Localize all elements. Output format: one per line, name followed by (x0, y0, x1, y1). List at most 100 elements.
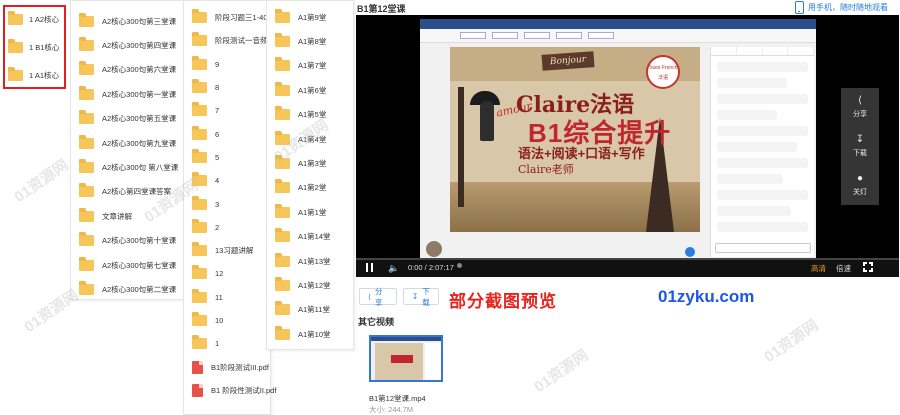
folder-item[interactable]: A1第4堂 (267, 127, 353, 151)
folder-item[interactable]: A1第2堂 (267, 176, 353, 200)
volume-icon[interactable]: 🔈 (388, 263, 399, 274)
folder-item[interactable]: 8 (184, 76, 270, 99)
a1-folder-list: A1第9堂 A1第8堂 A1第7堂 A1第6堂 A1第5堂 A1第4堂 A1第3… (266, 0, 354, 350)
folder-item[interactable]: A1第11堂 (267, 298, 353, 322)
folder-item[interactable]: A1第6堂 (267, 78, 353, 102)
folder-icon (79, 85, 94, 100)
download-icon: ↧ (855, 134, 865, 145)
folder-item[interactable]: A2核心300句第一堂课 (71, 82, 184, 106)
folder-item[interactable]: 4 (184, 169, 270, 192)
other-videos-heading: 其它视频 (358, 317, 395, 327)
screenshot: 1 A2核心 1 B1核心 1 A1核心 A2核心300句第三堂课 A2核心30… (0, 0, 900, 415)
folder-item[interactable]: 文章讲解 (71, 204, 184, 228)
pdf-icon (192, 383, 203, 397)
folder-item[interactable]: 阶段习题三1-40 (184, 6, 270, 29)
chat-panel (710, 47, 814, 257)
folder-icon (192, 195, 207, 210)
player-side-menu: ⟨ 分享 ↧ 下载 ● 关灯 (841, 88, 879, 205)
course-poster: Bonjour Taste French 法语 amour Claire法语 B… (450, 47, 700, 232)
folder-item[interactable]: 5 (184, 146, 270, 169)
share-button[interactable]: ⟨ 分享 (359, 287, 397, 307)
folder-icon (275, 252, 290, 267)
highlight-box (3, 5, 66, 89)
bulb-icon: ● (856, 173, 864, 184)
folder-item[interactable]: 3 (184, 192, 270, 215)
video-file-name[interactable]: B1第12堂课.mp4 (369, 393, 426, 404)
folder-item[interactable]: A2核心300句第五堂课 (71, 107, 184, 131)
mobile-watch-link[interactable]: 用手机，随时随地观看 (795, 1, 888, 14)
folder-icon (275, 81, 290, 96)
folder-item[interactable]: A2核心300句第十堂课 (71, 229, 184, 253)
progress-bar[interactable] (356, 258, 899, 260)
folder-icon (275, 130, 290, 145)
folder-icon (192, 32, 207, 47)
folder-item[interactable]: 11 (184, 286, 270, 309)
folder-item[interactable]: A2核心第四堂课答案 (71, 180, 184, 204)
folder-icon (275, 106, 290, 121)
poster-badge: Taste French 法语 (646, 55, 680, 89)
side-download-button[interactable]: ↧ 下载 (841, 127, 879, 166)
progress-knob[interactable] (457, 263, 462, 268)
speed-button[interactable]: 倍速 (836, 263, 851, 274)
folder-item[interactable]: A1第3堂 (267, 151, 353, 175)
folder-item[interactable]: 1 (184, 332, 270, 355)
folder-item[interactable]: A1第9堂 (267, 5, 353, 29)
folder-icon (192, 172, 207, 187)
pdf-file-item[interactable]: B1阶段测试III.pdf (184, 355, 270, 378)
promo-text: 部分截图预览 (449, 292, 557, 311)
time-display: 0:00 / 2:07:17 (408, 263, 454, 272)
folder-item[interactable]: A1第8堂 (267, 29, 353, 53)
teacher-avatar (426, 241, 442, 257)
folder-icon (275, 301, 290, 316)
folder-item[interactable]: A1第13堂 (267, 249, 353, 273)
folder-item[interactable]: A1第5堂 (267, 103, 353, 127)
folder-item[interactable]: A2核心300句第四堂课 (71, 33, 184, 57)
folder-item[interactable]: A2核心300句第三堂课 (71, 9, 184, 33)
folder-icon (275, 8, 290, 23)
folder-item[interactable]: A2核心300句第六堂课 (71, 58, 184, 82)
folder-icon (192, 242, 207, 257)
folder-icon (79, 256, 94, 271)
folder-icon (275, 203, 290, 218)
side-light-button[interactable]: ● 关灯 (841, 166, 879, 205)
folder-icon (79, 280, 94, 295)
video-thumbnail[interactable] (369, 335, 443, 382)
folder-icon (275, 33, 290, 48)
folder-icon (79, 134, 94, 149)
video-frame: Bonjour Taste French 法语 amour Claire法语 B… (420, 19, 816, 260)
folder-item[interactable]: 阶段测试一音频讲解 (184, 29, 283, 52)
folder-item[interactable]: 7 (184, 99, 270, 122)
video-player[interactable]: Bonjour Taste French 法语 amour Claire法语 B… (356, 15, 899, 277)
folder-icon (275, 179, 290, 194)
folder-item[interactable]: A1第10堂 (267, 322, 353, 346)
share-icon: ⟨ (858, 95, 862, 106)
folder-item[interactable]: A2核心300句 第八堂课 (71, 155, 184, 179)
folder-item[interactable]: A2核心300句第九堂课 (71, 131, 184, 155)
side-share-button[interactable]: ⟨ 分享 (841, 88, 879, 127)
folder-item[interactable]: A1第1堂 (267, 200, 353, 224)
folder-item[interactable]: 2 (184, 216, 270, 239)
folder-item[interactable]: A1第7堂 (267, 54, 353, 78)
pause-button[interactable] (366, 263, 373, 272)
folder-item[interactable]: 12 (184, 262, 270, 285)
video-file-size: 大小: 244.7M (369, 405, 414, 414)
b1-folder-list: 阶段习题三1-40 阶段测试一音频讲解 9 8 7 6 5 4 3 2 13习题… (183, 0, 283, 415)
folder-item[interactable]: A2核心300句第二堂课 (71, 277, 184, 301)
folder-item[interactable]: A2核心300句第七堂课 (71, 253, 184, 277)
fullscreen-icon[interactable] (862, 261, 876, 275)
pdf-file-item[interactable]: B1 阶段性测试II.pdf (184, 379, 276, 402)
download-button[interactable]: ↧ 下载 (403, 287, 439, 307)
folder-icon (275, 155, 290, 170)
folder-item[interactable]: A1第14堂 (267, 225, 353, 249)
folder-item[interactable]: 10 (184, 309, 270, 332)
folder-item[interactable]: 9 (184, 53, 270, 76)
folder-item[interactable]: A1第12堂 (267, 273, 353, 297)
folder-item[interactable]: 13习题讲解 (184, 239, 270, 262)
folder-icon (192, 312, 207, 326)
folder-icon (79, 232, 94, 247)
folder-icon (275, 276, 290, 291)
folder-item[interactable]: 6 (184, 122, 270, 145)
quality-button[interactable]: 高清 (811, 263, 826, 274)
mobile-watch-label: 用手机，随时随地观看 (808, 3, 888, 12)
folder-icon (192, 265, 207, 280)
